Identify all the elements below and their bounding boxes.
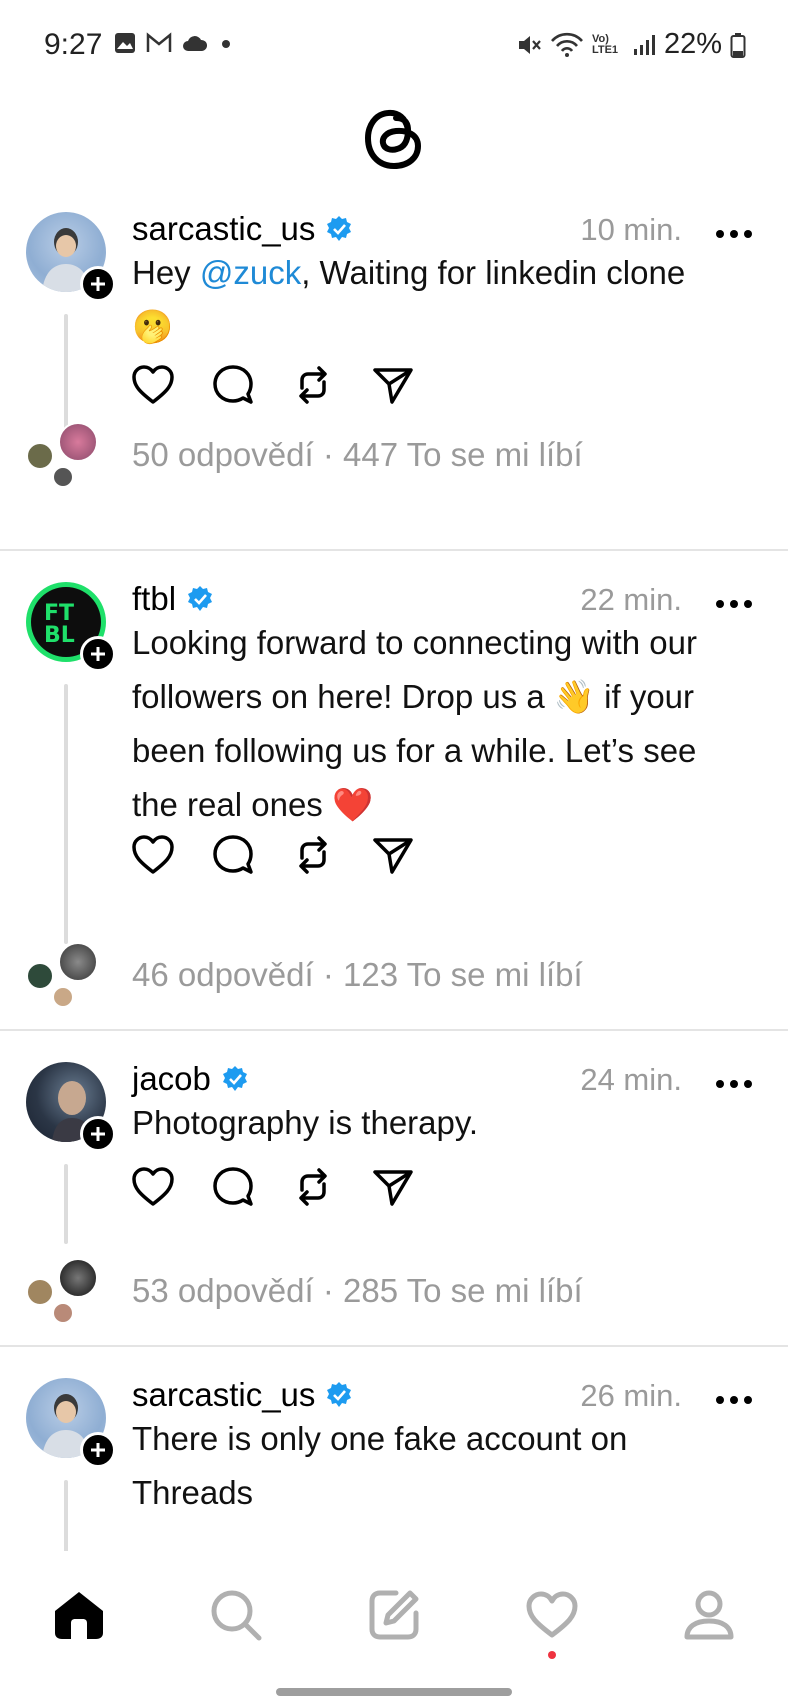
mute-icon (518, 35, 541, 54)
more-options-icon[interactable] (714, 228, 754, 240)
post-text: Photography is therapy. (132, 1104, 479, 1141)
share-send-icon[interactable] (370, 362, 416, 408)
status-time: 9:27 (44, 28, 103, 61)
verified-badge-icon (327, 216, 352, 241)
dot-icon (222, 40, 230, 48)
username[interactable]: jacob (132, 1060, 211, 1098)
divider (0, 1029, 788, 1031)
username[interactable]: sarcastic_us (132, 210, 315, 248)
like-heart-icon[interactable] (130, 1164, 176, 1210)
follow-plus-icon[interactable] (80, 1116, 116, 1152)
reply-bubble-icon[interactable] (210, 1164, 256, 1210)
post-2[interactable]: FT BL ftbl 22 min. Looking forward to con… (0, 560, 788, 1030)
post-text: Hey @zuck, Waiting for linkedin clone 🫢 (132, 254, 686, 345)
post-time: 10 min. (580, 212, 682, 247)
more-options-icon[interactable] (714, 598, 754, 610)
post-stats[interactable]: 50 odpovědí · 447 To se mi líbí (132, 436, 583, 474)
gallery-icon (115, 33, 135, 53)
gmail-icon (146, 32, 172, 52)
post-1[interactable]: sarcastic_us 10 min. Hey @zuck, Waiting … (0, 190, 788, 540)
activity-heart-icon (526, 1591, 578, 1638)
post-3[interactable]: jacob 24 min. Photography is therapy. 53… (0, 1040, 788, 1340)
replier-avatars (26, 422, 106, 492)
home-indicator[interactable] (276, 1688, 512, 1696)
bottom-nav (0, 1560, 788, 1670)
nav-home[interactable] (49, 1585, 109, 1645)
heart-emoji: ❤️ (331, 786, 374, 823)
post-time: 22 min. (580, 582, 682, 617)
nav-activity[interactable] (522, 1585, 582, 1659)
follow-plus-icon[interactable] (80, 1432, 116, 1468)
battery-percent: 22% (663, 28, 722, 60)
mention-link[interactable]: @zuck (200, 254, 301, 291)
username[interactable]: ftbl (132, 580, 176, 618)
profile-icon (684, 1590, 734, 1640)
home-icon (54, 1592, 103, 1639)
repost-icon[interactable] (290, 1164, 336, 1210)
notification-dot (547, 1651, 556, 1659)
compose-icon (369, 1590, 419, 1640)
status-bar: 9:27 Vo) LTE1 22% (0, 0, 788, 92)
signal-icon (633, 34, 655, 55)
follow-plus-icon[interactable] (80, 636, 116, 672)
post-time: 24 min. (580, 1062, 682, 1097)
nav-search[interactable] (206, 1585, 266, 1645)
emoji: 🫢 (132, 308, 174, 345)
like-heart-icon[interactable] (130, 832, 176, 878)
repost-icon[interactable] (290, 832, 336, 878)
post-text: There is only one fake account on Thread… (132, 1420, 628, 1511)
network-label: Vo) LTE1 (591, 32, 619, 56)
reply-bubble-icon[interactable] (210, 362, 256, 408)
avatar[interactable] (26, 212, 116, 302)
username[interactable]: sarcastic_us (132, 1376, 315, 1414)
share-send-icon[interactable] (370, 832, 416, 878)
verified-badge-icon (188, 586, 213, 611)
svg-text:BL: BL (44, 623, 75, 646)
post-time: 26 min. (580, 1378, 682, 1413)
share-send-icon[interactable] (370, 1164, 416, 1210)
cloud-icon (183, 36, 208, 51)
thread-line (64, 1164, 68, 1244)
nav-compose[interactable] (364, 1585, 424, 1645)
verified-badge-icon (222, 1066, 247, 1091)
thread-line (64, 684, 68, 944)
wifi-icon (550, 32, 583, 57)
follow-plus-icon[interactable] (80, 266, 116, 302)
post-stats[interactable]: 46 odpovědí · 123 To se mi líbí (132, 956, 583, 994)
nav-profile[interactable] (679, 1585, 739, 1645)
post-text: Looking forward to connecting with our f… (132, 624, 697, 823)
repost-icon[interactable] (290, 362, 336, 408)
search-icon (211, 1590, 262, 1641)
avatar[interactable] (26, 1062, 116, 1152)
post-4[interactable]: sarcastic_us 26 min. There is only one f… (0, 1356, 788, 1551)
thread-line (64, 1480, 68, 1551)
avatar[interactable] (26, 1378, 116, 1468)
avatar[interactable]: FT BL (26, 582, 116, 672)
battery-icon (730, 32, 746, 58)
replier-avatars (26, 1258, 106, 1328)
wave-emoji: 👋 (553, 678, 595, 715)
reply-bubble-icon[interactable] (210, 832, 256, 878)
threads-logo-icon[interactable] (358, 100, 430, 176)
replier-avatars (26, 942, 106, 1012)
divider (0, 549, 788, 551)
divider (0, 1345, 788, 1347)
more-options-icon[interactable] (714, 1078, 754, 1090)
verified-badge-icon (327, 1382, 352, 1407)
post-stats[interactable]: 53 odpovědí · 285 To se mi líbí (132, 1272, 583, 1310)
like-heart-icon[interactable] (130, 362, 176, 408)
more-options-icon[interactable] (714, 1394, 754, 1406)
